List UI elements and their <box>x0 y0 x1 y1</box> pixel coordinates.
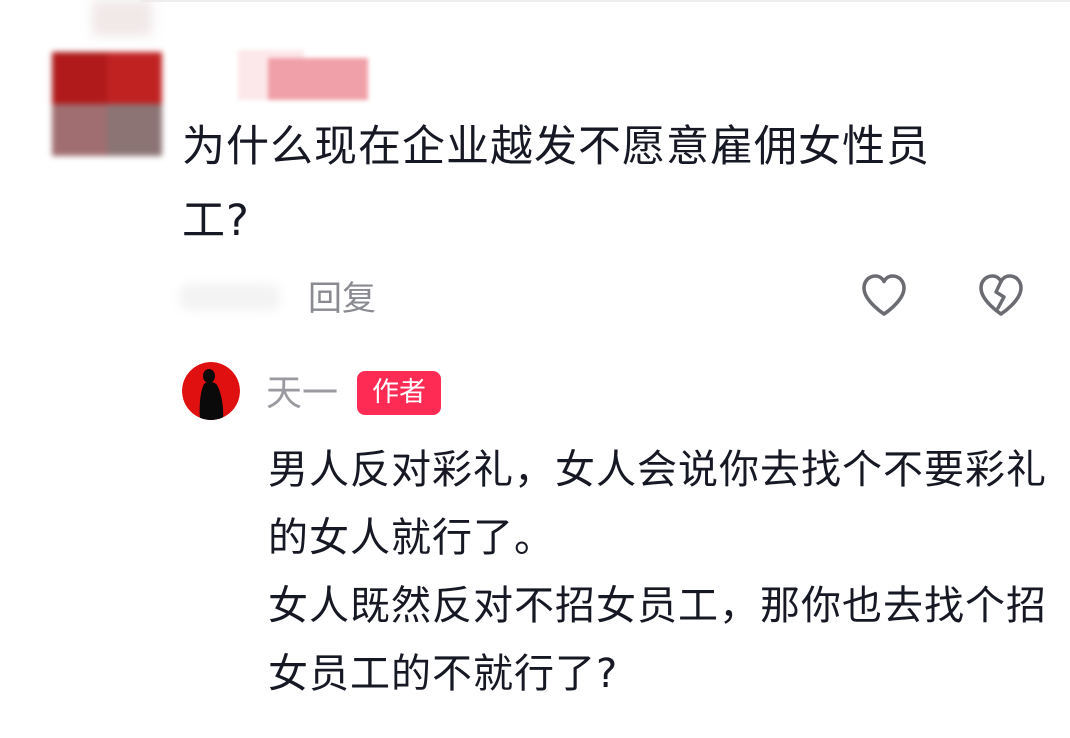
broken-heart-icon <box>979 274 1023 316</box>
comment-text: 为什么现在企业越发不愿意雇佣女性员工? <box>182 122 930 246</box>
reply-paragraph-2: 女人既然反对不招女员工，那你也去找个招女员工的不就行了? <box>268 583 1047 697</box>
commenter-avatar-blurred[interactable] <box>52 52 162 156</box>
blurred-area <box>92 0 152 36</box>
comment-meta-blurred <box>180 284 280 310</box>
author-username[interactable]: 天一 <box>266 370 338 418</box>
like-button[interactable] <box>858 270 910 322</box>
reply-text: 男人反对彩礼，女人会说你去找个不要彩礼的女人就行了。 女人既然反对不招女员工，那… <box>268 436 1048 708</box>
heart-outline-icon <box>862 274 906 316</box>
divider <box>140 0 1070 2</box>
commenter-name-blurred[interactable] <box>238 50 370 100</box>
reply-paragraph-1: 男人反对彩礼，女人会说你去找个不要彩礼的女人就行了。 <box>268 447 1047 561</box>
author-avatar[interactable] <box>182 362 240 420</box>
author-badge: 作者 <box>357 371 441 415</box>
dislike-button[interactable] <box>975 270 1027 322</box>
silhouette-avatar-icon <box>182 362 240 420</box>
reply-button[interactable]: 回复 <box>308 276 376 322</box>
